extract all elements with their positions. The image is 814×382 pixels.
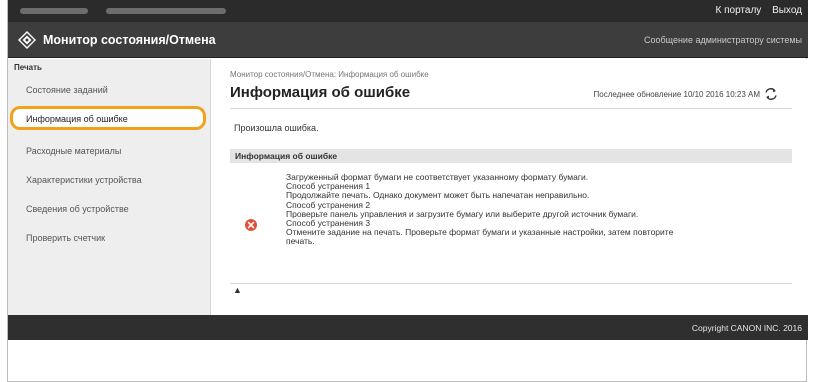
sidebar-item-device-features[interactable]: Характеристики устройства (26, 175, 142, 185)
sidebar-item-consumables[interactable]: Расходные материалы (26, 146, 121, 156)
app-title: Монитор состояния/Отмена (43, 33, 216, 47)
back-to-top-icon[interactable]: ▲ (233, 285, 242, 295)
title-divider (230, 108, 792, 109)
sidebar-section-print: Печать (14, 63, 42, 72)
page-title: Информация об ошибке (230, 84, 411, 101)
blurred-device-name (20, 8, 88, 14)
section-title: Информация об ошибке (235, 151, 338, 161)
detail-line: печать. (286, 236, 315, 247)
page-frame: К порталу Выход Монитор состояния/Отмена… (7, 0, 808, 382)
admin-message-link[interactable]: Сообщение администратору системы (644, 35, 802, 45)
error-info-section-header: Информация об ошибке (230, 149, 792, 163)
content-divider (230, 283, 792, 284)
top-bar: К порталу Выход (8, 0, 808, 22)
portal-link[interactable]: К порталу (716, 5, 762, 16)
main-content: Монитор состояния/Отмена: Информация об … (212, 59, 808, 315)
detail-line: Отмените задание на печать. Проверьте фо… (286, 227, 674, 238)
refresh-icon[interactable] (764, 87, 778, 101)
footer: Copyright CANON INC. 2016 (8, 315, 808, 340)
sidebar-item-device-info[interactable]: Сведения об устройстве (26, 204, 129, 214)
top-links: К порталу Выход (708, 5, 803, 16)
status-monitor-icon (18, 31, 36, 49)
blurred-device-model (106, 8, 226, 14)
copyright-text: Copyright CANON INC. 2016 (691, 323, 802, 333)
sidebar-item-error-info[interactable]: Информация об ошибке (26, 114, 128, 124)
error-detail: Загруженный формат бумаги не соответству… (286, 172, 786, 247)
sidebar-item-job-status[interactable]: Состояние заданий (26, 85, 108, 95)
last-update-text: Последнее обновление 10/10 2016 10:23 AM (593, 90, 761, 99)
error-status-text: Произошла ошибка. (234, 123, 319, 133)
breadcrumb: Монитор состояния/Отмена: Информация об … (230, 70, 429, 79)
sidebar: Печать Состояние заданий Информация об о… (8, 59, 211, 315)
logout-link[interactable]: Выход (772, 5, 802, 16)
error-icon (245, 219, 257, 231)
sidebar-item-check-counter[interactable]: Проверить счетчик (26, 233, 105, 243)
title-bar: Монитор состояния/Отмена Сообщение админ… (8, 22, 808, 58)
